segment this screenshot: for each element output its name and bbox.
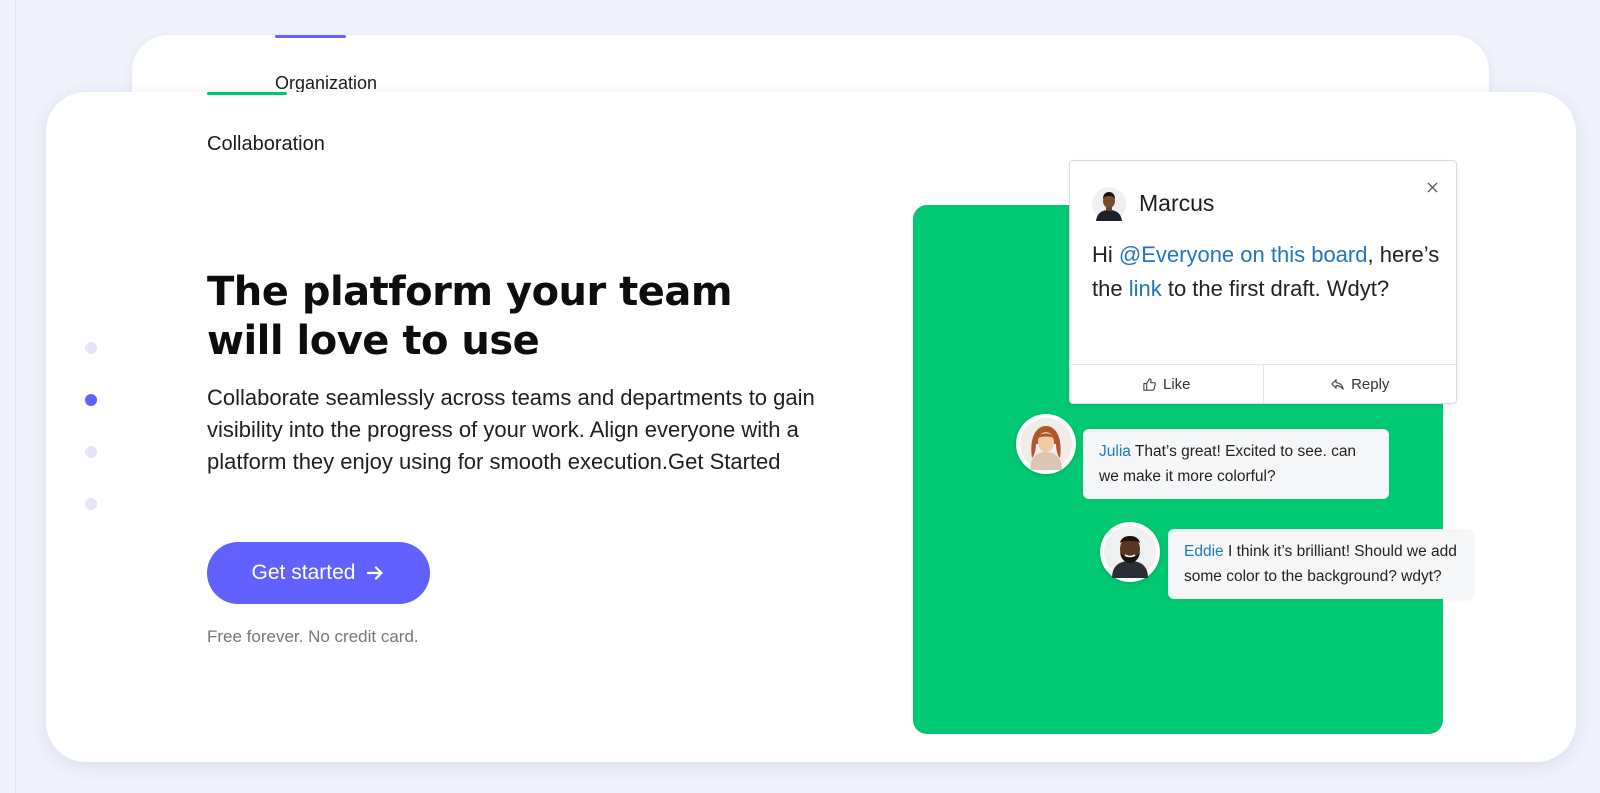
organization-tab-indicator: [275, 35, 346, 38]
eddie-avatar: [1100, 522, 1160, 582]
collaboration-tab-indicator: [207, 92, 287, 95]
headline-line-2: will love to use: [207, 318, 540, 364]
comment-author: Marcus: [1139, 190, 1215, 216]
get-started-label: Get started: [251, 561, 356, 584]
mention-link[interactable]: link: [1129, 276, 1162, 301]
eddie-reply-bubble: Eddie I think it’s brilliant! Should we …: [1168, 529, 1474, 599]
julia-name[interactable]: Julia: [1099, 443, 1131, 460]
organization-tab-label[interactable]: Organization: [275, 73, 377, 94]
comment-card: Marcus Hi @Everyone on this board, here’…: [1069, 160, 1457, 404]
close-icon[interactable]: [1422, 177, 1442, 197]
comment-actions: Like Reply: [1070, 364, 1456, 403]
reply-label: Reply: [1351, 375, 1390, 393]
get-started-button[interactable]: Get started: [207, 542, 430, 604]
hero-headline: The platform your team will love to use: [207, 268, 767, 366]
headline-line-1: The platform your team: [207, 269, 733, 315]
hero-description: Collaborate seamlessly across teams and …: [207, 385, 815, 474]
comment-text-end: to the first draft. Wdyt?: [1161, 276, 1390, 301]
thumbs-up-icon: [1143, 377, 1156, 391]
julia-reply-text: That’s great! Excited to see. can we mak…: [1099, 443, 1357, 485]
marcus-avatar: [1092, 187, 1126, 221]
arrow-right-icon: [367, 566, 384, 580]
free-forever-note: Free forever. No credit card.: [207, 627, 419, 646]
slider-dot-2[interactable]: [85, 394, 97, 406]
comment-text-hi: Hi: [1092, 242, 1119, 267]
eddie-name[interactable]: Eddie: [1184, 543, 1224, 560]
eddie-reply-text: I think it’s brilliant! Should we add so…: [1184, 543, 1457, 585]
mention-everyone[interactable]: @Everyone on this board: [1119, 242, 1368, 267]
like-label: Like: [1162, 375, 1191, 393]
collaboration-card: Collaboration The platform your team wil…: [46, 92, 1576, 762]
reply-button[interactable]: Reply: [1262, 365, 1457, 403]
collaboration-tab-label[interactable]: Collaboration: [207, 133, 325, 156]
like-button[interactable]: Like: [1070, 365, 1263, 403]
reply-icon: [1331, 378, 1344, 390]
slider-dot-3[interactable]: [85, 446, 97, 458]
julia-avatar: [1016, 414, 1076, 474]
page-edge-line: [15, 0, 16, 793]
slider-dot-4[interactable]: [85, 498, 97, 510]
comment-body: Hi @Everyone on this board, here’s the l…: [1092, 238, 1442, 306]
julia-reply-bubble: Julia That’s great! Excited to see. can …: [1083, 429, 1389, 499]
slider-dot-1[interactable]: [85, 342, 97, 354]
